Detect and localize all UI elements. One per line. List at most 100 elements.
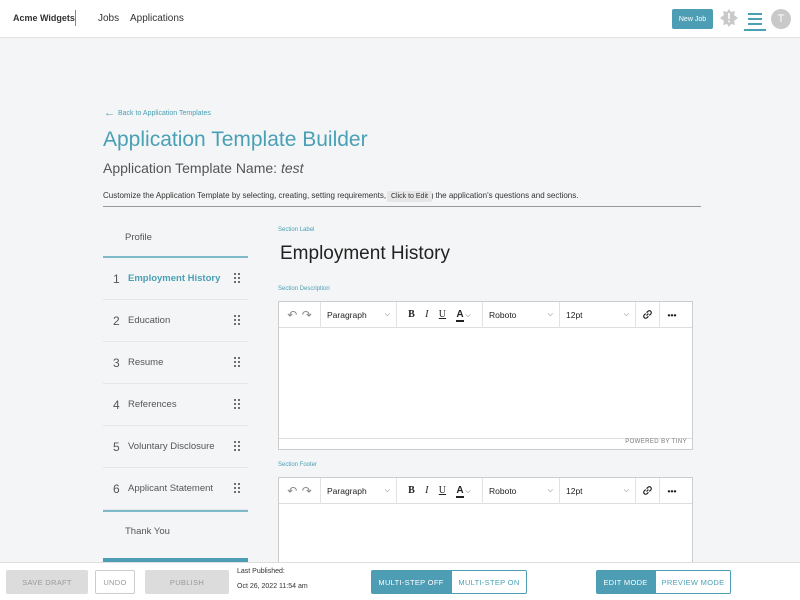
font-size-select[interactable]: 12pt ⌵ <box>560 301 636 328</box>
drag-handle-icon[interactable] <box>234 483 241 494</box>
sidebar-item-number: 1 <box>113 271 120 286</box>
undo-icon[interactable]: ↶ <box>287 308 297 322</box>
sidebar-item-label: References <box>128 399 177 410</box>
italic-icon[interactable]: I <box>425 485 428 496</box>
redo-icon[interactable]: ↷ <box>302 308 312 322</box>
alert-badge-icon[interactable] <box>720 9 738 27</box>
text-color-icon[interactable]: A ⌵ <box>456 309 471 322</box>
bold-icon[interactable]: B <box>408 485 415 496</box>
block-format-value: Paragraph <box>327 485 367 496</box>
sidebar-item-number: 4 <box>113 397 120 412</box>
bottom-action-bar: SAVE DRAFT UNDO PUBLISH Last Published: … <box>0 562 800 600</box>
sidebar-item-resume[interactable]: 3 Resume <box>103 342 248 384</box>
section-label-caption: Section Label <box>278 227 315 233</box>
format-buttons: B I U A ⌵ <box>397 301 483 328</box>
sidebar-divider <box>103 510 248 512</box>
format-buttons: B I U A ⌵ <box>397 477 483 504</box>
chevron-down-icon: ⌵ <box>384 310 390 318</box>
chevron-down-icon: ⌵ <box>623 486 629 494</box>
back-link-label: Back to Application Templates <box>118 110 211 117</box>
template-name-label: Application Template Name: <box>103 160 278 176</box>
hamburger-menu-icon[interactable] <box>744 9 766 31</box>
click-to-edit-tooltip: Click to Edit <box>387 191 432 202</box>
edit-mode-button[interactable]: EDIT MODE <box>596 570 655 594</box>
brand-divider <box>75 10 76 26</box>
drag-handle-icon[interactable] <box>234 441 241 452</box>
more-options-icon[interactable]: ••• <box>660 302 684 328</box>
drag-handle-icon[interactable] <box>234 273 241 284</box>
back-to-templates-link[interactable]: ← Back to Application Templates <box>104 107 211 119</box>
redo-icon[interactable]: ↷ <box>302 484 312 498</box>
text-color-icon[interactable]: A ⌵ <box>456 485 471 498</box>
font-family-value: Roboto <box>489 485 517 496</box>
sidebar-item-references[interactable]: 4 References <box>103 384 248 426</box>
sidebar-item-education[interactable]: 2 Education <box>103 300 248 342</box>
template-name: Application Template Name: test <box>103 160 304 176</box>
font-family-select[interactable]: Roboto ⌵ <box>483 301 560 328</box>
sidebar-item-voluntary-disclosure[interactable]: 5 Voluntary Disclosure <box>103 426 248 468</box>
sidebar-item-employment-history[interactable]: 1 Employment History <box>103 258 248 300</box>
undo-button[interactable]: UNDO <box>95 570 135 594</box>
undo-redo-group: ↶ ↷ <box>279 477 321 504</box>
chevron-down-icon: ⌵ <box>384 486 390 494</box>
section-footer-editor: ↶ ↷ Paragraph ⌵ B I U A ⌵ Roboto ⌵ 12pt … <box>278 477 693 565</box>
link-icon[interactable] <box>636 301 660 328</box>
section-description-editor: ↶ ↷ Paragraph ⌵ B I U A ⌵ Roboto ⌵ 12pt … <box>278 301 693 450</box>
multistep-on-button[interactable]: MULTI-STEP ON <box>451 570 527 594</box>
save-draft-button[interactable]: SAVE DRAFT <box>6 570 88 594</box>
block-format-select[interactable]: Paragraph ⌵ <box>321 301 397 328</box>
underline-icon[interactable]: U <box>439 309 446 320</box>
font-size-select[interactable]: 12pt ⌵ <box>560 477 636 504</box>
sidebar-item-label: Applicant Statement <box>128 483 214 494</box>
nav-jobs[interactable]: Jobs <box>98 13 119 24</box>
sidebar-item-number: 5 <box>113 439 120 454</box>
block-format-select[interactable]: Paragraph ⌵ <box>321 477 397 504</box>
chevron-down-icon: ⌵ <box>547 310 553 318</box>
multistep-off-button[interactable]: MULTI-STEP OFF <box>371 570 451 594</box>
chevron-down-icon: ⌵ <box>547 486 553 494</box>
section-description-caption: Section Description <box>278 286 330 292</box>
publish-button[interactable]: PUBLISH <box>145 570 229 594</box>
drag-handle-icon[interactable] <box>234 357 241 368</box>
sidebar-item-number: 3 <box>113 355 120 370</box>
font-family-select[interactable]: Roboto ⌵ <box>483 477 560 504</box>
preview-mode-button[interactable]: PREVIEW MODE <box>655 570 731 594</box>
undo-icon[interactable]: ↶ <box>287 484 297 498</box>
brand-name[interactable]: Acme Widgets <box>13 13 75 23</box>
sidebar-item-profile[interactable]: Profile <box>103 218 248 256</box>
bold-icon[interactable]: B <box>408 309 415 320</box>
sidebar-item-applicant-statement[interactable]: 6 Applicant Statement <box>103 468 248 510</box>
section-label-input[interactable]: Employment History <box>280 243 450 265</box>
nav-applications[interactable]: Applications <box>130 13 184 24</box>
editor-toolbar: ↶ ↷ Paragraph ⌵ B I U A ⌵ Roboto ⌵ 12pt … <box>279 477 692 504</box>
sidebar-item-label: Education <box>128 315 171 326</box>
sidebar-item-thank-you[interactable]: Thank You <box>103 512 248 550</box>
page-title: Application Template Builder <box>103 128 368 151</box>
editor-toolbar: ↶ ↷ Paragraph ⌵ B I U A ⌵ Roboto ⌵ 12pt … <box>279 301 692 328</box>
font-size-value: 12pt <box>566 309 583 320</box>
user-avatar[interactable]: T <box>771 9 791 29</box>
more-options-icon[interactable]: ••• <box>660 478 684 504</box>
arrow-left-icon: ← <box>104 107 115 119</box>
sidebar-item-label: Voluntary Disclosure <box>128 441 215 452</box>
drag-handle-icon[interactable] <box>234 315 241 326</box>
new-job-button[interactable]: New Job <box>672 9 713 29</box>
sidebar-item-label: Employment History <box>128 273 221 284</box>
block-format-value: Paragraph <box>327 309 367 320</box>
undo-redo-group: ↶ ↷ <box>279 301 321 328</box>
last-published-label: Last Published: <box>237 568 285 575</box>
sidebar-item-number: 6 <box>113 481 120 496</box>
powered-by-tiny[interactable]: POWERED BY TINY <box>279 438 692 449</box>
link-icon[interactable] <box>636 477 660 504</box>
drag-handle-icon[interactable] <box>234 399 241 410</box>
chevron-down-icon: ⌵ <box>623 310 629 318</box>
sidebar-item-number: 2 <box>113 313 120 328</box>
italic-icon[interactable]: I <box>425 309 428 320</box>
footer-text-area[interactable] <box>279 504 692 564</box>
instructions-text: Customize the Application Template by se… <box>103 191 579 200</box>
underline-icon[interactable]: U <box>439 485 446 496</box>
top-navbar: Acme Widgets Jobs Applications New Job T <box>0 0 800 38</box>
template-name-value[interactable]: test <box>281 160 304 176</box>
last-published-date: Oct 26, 2022 11:54 am <box>237 583 308 590</box>
description-text-area[interactable] <box>279 328 692 438</box>
